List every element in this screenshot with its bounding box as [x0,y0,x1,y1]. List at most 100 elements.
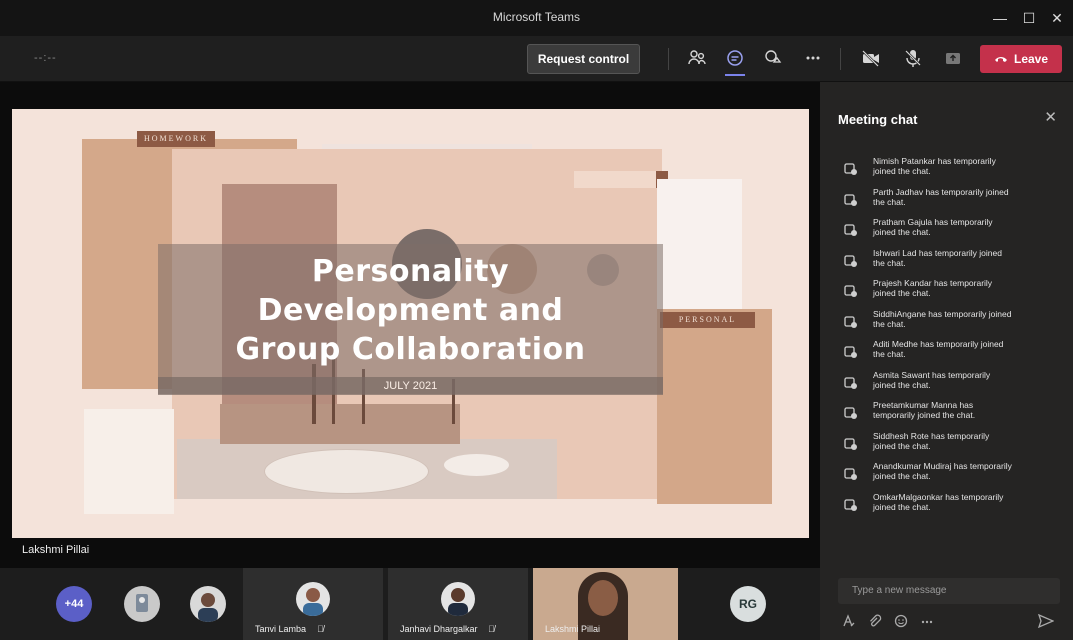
share-icon[interactable] [942,48,964,70]
slide-title-line-1: Personality [311,254,510,289]
emoji-icon[interactable] [894,614,908,631]
personal-block [657,309,772,504]
chat-event-text: Prajesh Kandar has temporarily joined th… [873,278,993,298]
more-options-icon[interactable] [920,614,934,631]
chat-event: OmkarMalgaonkar has temporarily joined t… [842,490,1062,521]
join-event-icon [844,193,858,207]
moodboard-label-strip [574,171,666,188]
participant-name: Lakshmi Pillai [545,624,601,634]
chat-event-text: Siddhesh Rote has temporarily joined the… [873,430,990,451]
moodboard-white-card [657,179,742,329]
brush-jars [220,404,460,444]
request-control-button[interactable]: Request control [527,44,640,74]
chat-event: Siddhesh Rote has temporarily joined the… [842,429,1062,460]
close-window-button[interactable]: ✕ [1047,8,1067,28]
join-event-icon [844,376,858,390]
avatar [296,582,330,616]
meeting-chat-panel: Meeting chat ✕ Nimish Patankar has tempo… [820,82,1073,640]
chat-event-text: Ishwari Lad has temporarily joined the c… [873,247,1002,268]
initials-avatar[interactable]: RG [730,586,766,622]
participants-icon[interactable] [686,48,708,70]
participant-gallery: +44 Tanvi Lamba 🎙̸ Janhavi Dhargalkar 🎙̸… [0,568,820,640]
format-icon[interactable] [842,614,856,631]
chat-title: Meeting chat [838,112,918,127]
avatar[interactable] [124,586,160,622]
mic-off-icon[interactable] [902,48,924,70]
leave-button[interactable]: Leave [980,45,1062,73]
join-event-icon [844,345,858,359]
participant-tile[interactable]: Janhavi Dhargalkar 🎙̸ [388,568,528,640]
chat-event: Aditi Medhe has temporarily joined the c… [842,337,1062,368]
meeting-toolbar: --:-- Request control Leave [0,36,1073,82]
join-event-icon [844,498,858,512]
leave-label: Leave [1013,52,1049,66]
chat-event: Ishwari Lad has temporarily joined the c… [842,246,1062,277]
chat-event-text: Aditi Medhe has temporarily joined the c… [873,339,1004,359]
presenter-name: Lakshmi Pillai [22,544,90,556]
send-icon[interactable] [1037,613,1055,631]
window-title: Microsoft Teams [492,10,581,24]
chat-event: Preetamkumar Manna has temporarily joine… [842,398,1062,429]
attach-icon[interactable] [868,614,882,631]
camera-off-icon[interactable] [860,48,882,70]
shared-screen-stage: HOMEWORK PERSONAL Personality Developmen… [0,82,820,568]
phone-hangup-icon [994,46,1008,74]
chat-event-text: Nimish Patankar has temporarily joined t… [873,156,996,176]
join-event-icon [844,223,858,237]
chat-event-text: Anandkumar Mudiraj has temporarily joine… [873,461,1012,481]
join-event-icon [844,254,858,268]
join-event-icon [844,284,858,298]
title-bar: Microsoft Teams — ☐ ✕ [0,0,1073,36]
palette-small [444,454,509,476]
more-icon[interactable] [802,48,824,70]
maximize-button[interactable]: ☐ [1019,8,1039,28]
mic-off-icon: 🎙̸ [488,624,495,634]
slide-title-line-3: Group Collaboration [235,332,586,367]
reactions-icon[interactable] [762,48,784,70]
toolbar-divider [668,48,669,70]
chat-message-list: Nimish Patankar has temporarily joined t… [842,154,1062,520]
minimize-button[interactable]: — [990,8,1010,28]
overflow-participants-button[interactable]: +44 [56,586,92,622]
chat-event: Asmita Sawant has temporarily joined the… [842,368,1062,399]
chat-event-text: Parth Jadhav has temporarily joined the … [873,186,1009,207]
chat-event: Nimish Patankar has temporarily joined t… [842,154,1062,185]
presentation-slide: HOMEWORK PERSONAL Personality Developmen… [12,109,809,556]
avatar [441,582,475,616]
join-event-icon [844,467,858,481]
avatar[interactable] [190,586,226,622]
join-event-icon [844,162,858,176]
message-input[interactable]: Type a new message [838,578,1060,604]
join-event-icon [844,315,858,329]
slide-date: JULY 2021 [158,377,663,395]
chat-icon[interactable] [724,48,746,76]
moodboard-note-card [84,409,174,514]
toolbar-divider [840,48,841,70]
mic-off-icon: 🎙̸ [317,624,324,634]
participant-face [588,580,618,616]
chat-event-text: SiddhiAngane has temporarily joined the … [873,308,1012,329]
chat-event-text: Pratham Gajula has temporarily joined th… [873,217,993,237]
participant-name: Janhavi Dhargalkar [400,624,478,634]
close-icon[interactable]: ✕ [1044,108,1057,126]
chat-event: Parth Jadhav has temporarily joined the … [842,185,1062,216]
participant-video-tile[interactable]: Lakshmi Pillai [533,568,678,640]
chat-event: Prajesh Kandar has temporarily joined th… [842,276,1062,307]
chat-event: SiddhiAngane has temporarily joined the … [842,307,1062,338]
chat-event: Pratham Gajula has temporarily joined th… [842,215,1062,246]
presenter-name-bar: Lakshmi Pillai [0,538,820,562]
homework-tag-label: HOMEWORK [144,134,208,143]
join-event-icon [844,406,858,420]
join-event-icon [844,437,858,451]
participant-tile[interactable]: Tanvi Lamba 🎙̸ [243,568,383,640]
palette-large [264,449,429,494]
chat-event-text: Preetamkumar Manna has temporarily joine… [873,400,976,420]
meeting-timer: --:-- [34,52,57,64]
personal-tag-label: PERSONAL [678,315,737,324]
chat-event-text: Asmita Sawant has temporarily joined the… [873,369,991,390]
chat-event-text: OmkarMalgaonkar has temporarily joined t… [873,491,1004,512]
chat-event: Anandkumar Mudiraj has temporarily joine… [842,459,1062,490]
slide-title-line-2: Development and [257,293,564,328]
composer-toolbar [842,613,1056,634]
participant-name: Tanvi Lamba [255,624,307,634]
